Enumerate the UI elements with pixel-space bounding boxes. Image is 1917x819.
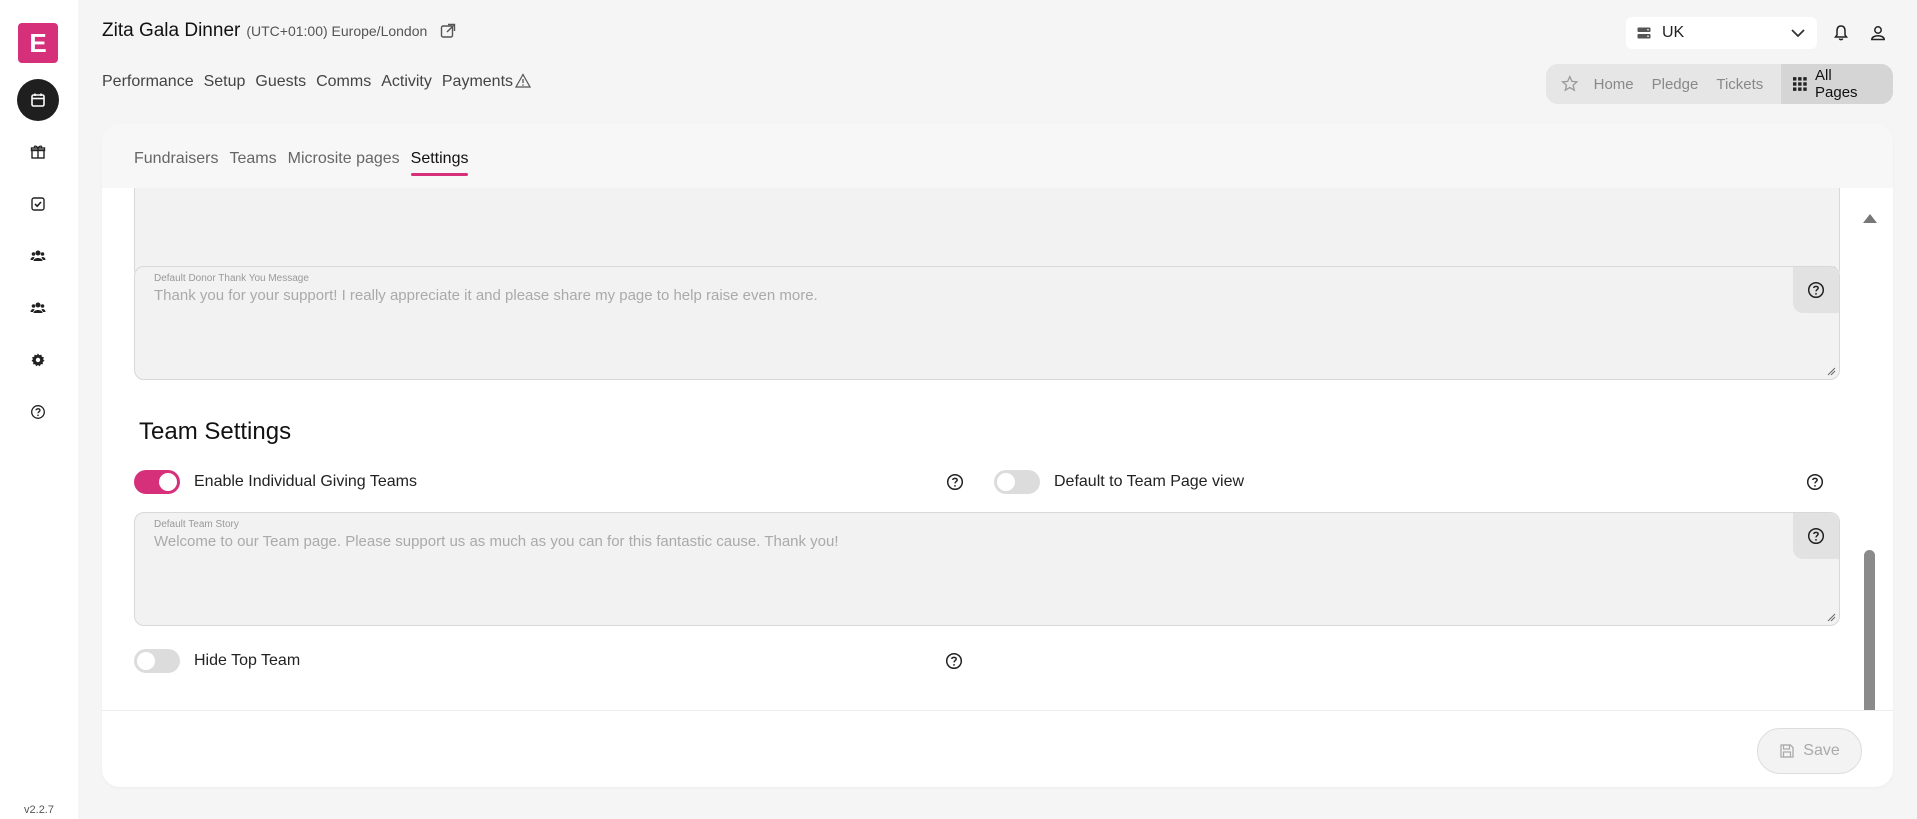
default-team-page-view-row: Default to Team Page view xyxy=(994,470,1244,494)
enable-individual-giving-teams-row: Enable Individual Giving Teams xyxy=(134,470,417,494)
save-button[interactable]: Save xyxy=(1757,728,1862,774)
enable-individual-giving-teams-toggle[interactable] xyxy=(134,470,180,494)
rail-settings[interactable] xyxy=(17,339,59,381)
rail-help[interactable] xyxy=(17,391,59,433)
gift-icon xyxy=(30,145,46,159)
tab-fundraisers[interactable]: Fundraisers xyxy=(134,150,218,168)
page-link-tickets[interactable]: Tickets xyxy=(1716,76,1763,93)
all-pages-label: All Pages xyxy=(1815,67,1858,101)
event-nav: Performance Setup Guests Comms Activity … xyxy=(102,73,532,91)
warning-icon xyxy=(515,73,532,88)
toggle-knob xyxy=(137,652,155,670)
rail-events[interactable] xyxy=(17,79,59,121)
region-value: UK xyxy=(1662,24,1685,41)
resize-grip-icon[interactable] xyxy=(1826,366,1836,376)
rail-tasks[interactable] xyxy=(17,183,59,225)
team-story-help-button[interactable] xyxy=(1793,513,1839,559)
nav-setup[interactable]: Setup xyxy=(204,73,246,91)
enable-individual-giving-teams-label: Enable Individual Giving Teams xyxy=(194,473,417,490)
event-header: Zita Gala Dinner (UTC+01:00) Europe/Lond… xyxy=(102,20,457,42)
tab-settings[interactable]: Settings xyxy=(410,150,468,176)
help-icon xyxy=(31,405,45,419)
page-link-home[interactable]: Home xyxy=(1594,76,1634,93)
region-select[interactable]: UK xyxy=(1626,17,1817,49)
donor-thank-you-label: Default Donor Thank You Message xyxy=(154,273,309,284)
event-title: Zita Gala Dinner xyxy=(102,20,241,41)
chevron-down-icon xyxy=(1791,29,1805,38)
donor-thank-you-help-button[interactable] xyxy=(1793,267,1839,313)
users-icon xyxy=(30,250,46,261)
grid-icon xyxy=(1793,77,1807,91)
team-icon xyxy=(30,302,46,313)
hide-top-team-toggle[interactable] xyxy=(134,649,180,673)
team-story-placeholder: Welcome to our Team page. Please support… xyxy=(154,533,839,550)
help-icon[interactable] xyxy=(1806,473,1824,491)
toggle-knob xyxy=(997,473,1015,491)
hide-top-team-label: Hide Top Team xyxy=(194,652,301,669)
star-icon[interactable] xyxy=(1560,74,1580,94)
app-logo[interactable]: E xyxy=(18,23,58,63)
help-icon[interactable] xyxy=(946,473,964,491)
nav-comms[interactable]: Comms xyxy=(316,73,371,91)
tabs-bar: Fundraisers Teams Microsite pages Settin… xyxy=(102,124,1893,188)
rail-teams[interactable] xyxy=(17,287,59,329)
bell-icon[interactable] xyxy=(1831,23,1851,43)
calendar-icon xyxy=(31,93,45,107)
nav-activity[interactable]: Activity xyxy=(381,73,432,91)
scroll-up-arrow[interactable] xyxy=(1863,214,1877,223)
page-link-pledge[interactable]: Pledge xyxy=(1652,76,1699,93)
nav-performance[interactable]: Performance xyxy=(102,73,194,91)
left-rail: E v2.2.7 xyxy=(0,0,78,819)
nav-payments-item[interactable]: Payments xyxy=(442,73,532,91)
gear-icon xyxy=(31,353,45,367)
nav-payments[interactable]: Payments xyxy=(442,73,513,90)
help-icon xyxy=(1807,281,1825,299)
donor-thank-you-textarea[interactable]: Default Donor Thank You Message Thank yo… xyxy=(134,266,1840,380)
rail-gifts[interactable] xyxy=(17,131,59,173)
resize-grip-icon[interactable] xyxy=(1826,612,1836,622)
hide-top-team-row: Hide Top Team xyxy=(134,649,300,673)
default-team-page-view-toggle[interactable] xyxy=(994,470,1040,494)
nav-guests[interactable]: Guests xyxy=(255,73,306,91)
user-icon[interactable] xyxy=(1868,23,1888,43)
card-footer xyxy=(102,710,1893,787)
page-links: Home Pledge Tickets All Pages xyxy=(1546,64,1893,104)
app-version: v2.2.7 xyxy=(24,804,54,816)
rail-guests[interactable] xyxy=(17,235,59,277)
settings-card: Fundraisers Teams Microsite pages Settin… xyxy=(102,124,1893,787)
help-icon xyxy=(1807,527,1825,545)
server-icon xyxy=(1637,27,1651,39)
sub-tabs: Fundraisers Teams Microsite pages Settin… xyxy=(134,150,468,176)
default-team-page-view-label: Default to Team Page view xyxy=(1054,473,1245,490)
help-icon[interactable] xyxy=(945,652,963,670)
team-story-label: Default Team Story xyxy=(154,519,239,530)
team-story-textarea[interactable]: Default Team Story Welcome to our Team p… xyxy=(134,512,1840,626)
toggle-knob xyxy=(159,473,177,491)
event-timezone: (UTC+01:00) Europe/London xyxy=(246,23,428,39)
scrollbar-thumb[interactable] xyxy=(1864,550,1875,735)
external-link-icon[interactable] xyxy=(439,22,457,40)
save-label: Save xyxy=(1803,742,1840,759)
tab-microsite-pages[interactable]: Microsite pages xyxy=(288,150,400,168)
team-settings-title: Team Settings xyxy=(139,418,292,445)
checkbox-icon xyxy=(31,197,45,211)
tab-teams[interactable]: Teams xyxy=(229,150,276,168)
donor-thank-you-placeholder: Thank you for your support! I really app… xyxy=(154,287,818,304)
floppy-disk-icon xyxy=(1780,744,1794,758)
all-pages-button[interactable]: All Pages xyxy=(1781,64,1893,104)
